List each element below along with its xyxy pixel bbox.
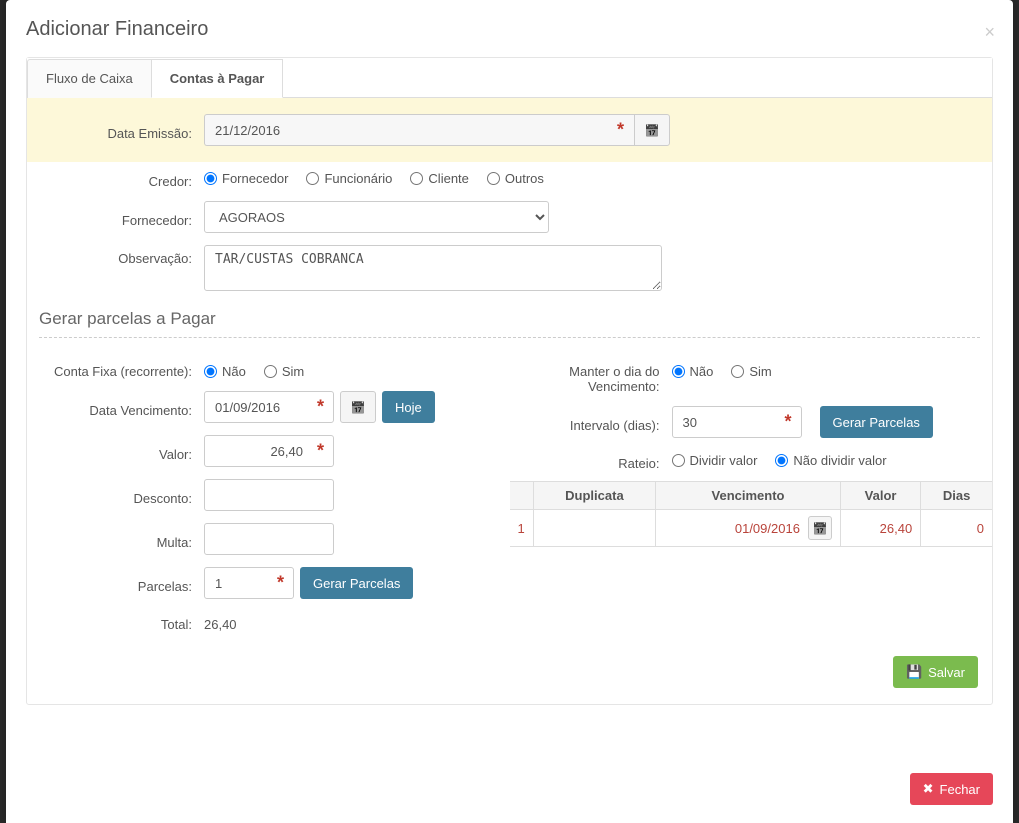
parcelas-table: Duplicata Vencimento Valor Dias 1 [510,481,993,547]
cell-dias: 0 [921,510,992,547]
label-desconto: Desconto: [39,485,204,506]
col-left: Conta Fixa (recorrente): Não Sim Data Ve… [27,358,510,638]
label-multa: Multa: [39,529,204,550]
th-duplicata: Duplicata [533,482,655,510]
save-row: 💾 Salvar [27,638,992,694]
radio-funcionario[interactable]: Funcionário [306,171,392,186]
row-desconto: Desconto: [27,473,510,517]
label-observacao: Observação: [39,245,204,266]
calendar-icon [812,521,827,536]
tab-fluxo-caixa[interactable]: Fluxo de Caixa [27,59,152,98]
input-data-emissao[interactable] [204,114,634,146]
label-total: Total: [39,611,204,632]
conta-fixa-radio-group: Não Sim [204,364,304,379]
input-intervalo[interactable] [672,406,802,438]
col-right: Manter o dia do Vencimento: Não Sim Inte… [510,358,993,638]
input-desconto[interactable] [204,479,334,511]
radio-dividir[interactable]: Dividir valor [672,453,758,468]
section-title-parcelas: Gerar parcelas a Pagar [27,297,992,337]
cell-duplicata [533,510,655,547]
row-multa: Multa: [27,517,510,561]
radio-conta-fixa-nao[interactable]: Não [204,364,246,379]
row-intervalo: Intervalo (dias): * Gerar Parcelas [510,400,993,444]
label-rateio: Rateio: [522,450,672,471]
modal-footer: ✖ Fechar [6,759,1013,823]
modal-header: Adicionar Financeiro × [6,0,1013,57]
gerar-parcelas-button-right[interactable]: Gerar Parcelas [820,406,933,438]
cell-venc-date[interactable]: 01/09/2016 [735,521,800,536]
modal-body: Fluxo de Caixa Contas à Pagar Data Emiss… [6,57,1013,759]
calendar-icon [351,400,366,415]
divider [39,337,980,338]
fechar-button[interactable]: ✖ Fechar [910,773,993,805]
row-data-vencimento: Data Vencimento: * Hoje [27,385,510,429]
salvar-label: Salvar [928,665,965,680]
th-dias: Dias [921,482,992,510]
cell-valor[interactable]: 26,40 [840,510,920,547]
save-icon: 💾 [906,664,922,680]
rateio-radio-group: Dividir valor Não dividir valor [672,453,887,468]
cell-idx: 1 [510,510,534,547]
select-fornecedor[interactable]: AGORAOS [204,201,549,233]
th-valor: Valor [840,482,920,510]
table-header-row: Duplicata Vencimento Valor Dias [510,482,993,510]
textarea-observacao[interactable] [204,245,662,291]
row-rateio: Rateio: Dividir valor Não dividir valor [510,444,993,477]
row-data-emissao: Data Emissão: * [27,98,992,162]
row-manter-dia: Manter o dia do Vencimento: Não Sim [510,358,993,400]
close-icon[interactable]: × [984,22,995,43]
fechar-label: Fechar [940,782,980,797]
radio-manter-nao[interactable]: Não [672,364,714,379]
radio-fornecedor[interactable]: Fornecedor [204,171,288,186]
label-data-emissao: Data Emissão: [39,120,204,141]
tabs: Fluxo de Caixa Contas à Pagar [27,58,992,98]
calendar-button-emissao[interactable] [634,114,670,146]
radio-outros[interactable]: Outros [487,171,544,186]
cell-vencimento: 01/09/2016 [656,510,841,547]
value-total: 26,40 [204,611,237,632]
radio-cliente[interactable]: Cliente [410,171,468,186]
label-conta-fixa: Conta Fixa (recorrente): [39,364,204,379]
radio-conta-fixa-sim[interactable]: Sim [264,364,304,379]
radio-nao-dividir[interactable]: Não dividir valor [775,453,886,468]
gerar-parcelas-button-left[interactable]: Gerar Parcelas [300,567,413,599]
hoje-button[interactable]: Hoje [382,391,435,423]
panel: Fluxo de Caixa Contas à Pagar Data Emiss… [26,57,993,705]
label-fornecedor: Fornecedor: [39,207,204,228]
label-data-vencimento: Data Vencimento: [39,397,204,418]
salvar-button[interactable]: 💾 Salvar [893,656,978,688]
modal-add-financeiro: Adicionar Financeiro × Fluxo de Caixa Co… [6,0,1013,823]
tab-contas-pagar[interactable]: Contas à Pagar [151,59,284,98]
manter-dia-radio-group: Não Sim [672,364,772,379]
row-credor: Credor: Fornecedor Funcionário Cliente O… [27,162,992,195]
input-parcelas[interactable] [204,567,294,599]
label-parcelas: Parcelas: [39,573,204,594]
input-data-vencimento[interactable] [204,391,334,423]
row-observacao: Observação: [27,239,992,297]
row-total: Total: 26,40 [27,605,510,638]
th-vencimento: Vencimento [656,482,841,510]
close-icon: ✖ [923,781,934,797]
row-fornecedor: Fornecedor: AGORAOS [27,195,992,239]
credor-radio-group: Fornecedor Funcionário Cliente Outros [204,171,544,186]
radio-manter-sim[interactable]: Sim [731,364,771,379]
modal-title: Adicionar Financeiro [26,18,993,41]
row-conta-fixa: Conta Fixa (recorrente): Não Sim [27,358,510,385]
form-body: Data Emissão: * [27,98,992,694]
label-manter-dia: Manter o dia do Vencimento: [522,364,672,394]
calendar-button-venc[interactable] [340,391,376,423]
input-valor[interactable] [204,435,334,467]
calendar-button-cell[interactable] [808,516,832,540]
label-credor: Credor: [39,168,204,189]
table-row: 1 01/09/2016 26,40 0 [510,510,993,547]
row-parcelas: Parcelas: * Gerar Parcelas [27,561,510,605]
two-col: Conta Fixa (recorrente): Não Sim Data Ve… [27,358,992,638]
row-valor: Valor: * [27,429,510,473]
label-intervalo: Intervalo (dias): [522,412,672,433]
label-valor: Valor: [39,441,204,462]
input-multa[interactable] [204,523,334,555]
calendar-icon [645,123,660,138]
